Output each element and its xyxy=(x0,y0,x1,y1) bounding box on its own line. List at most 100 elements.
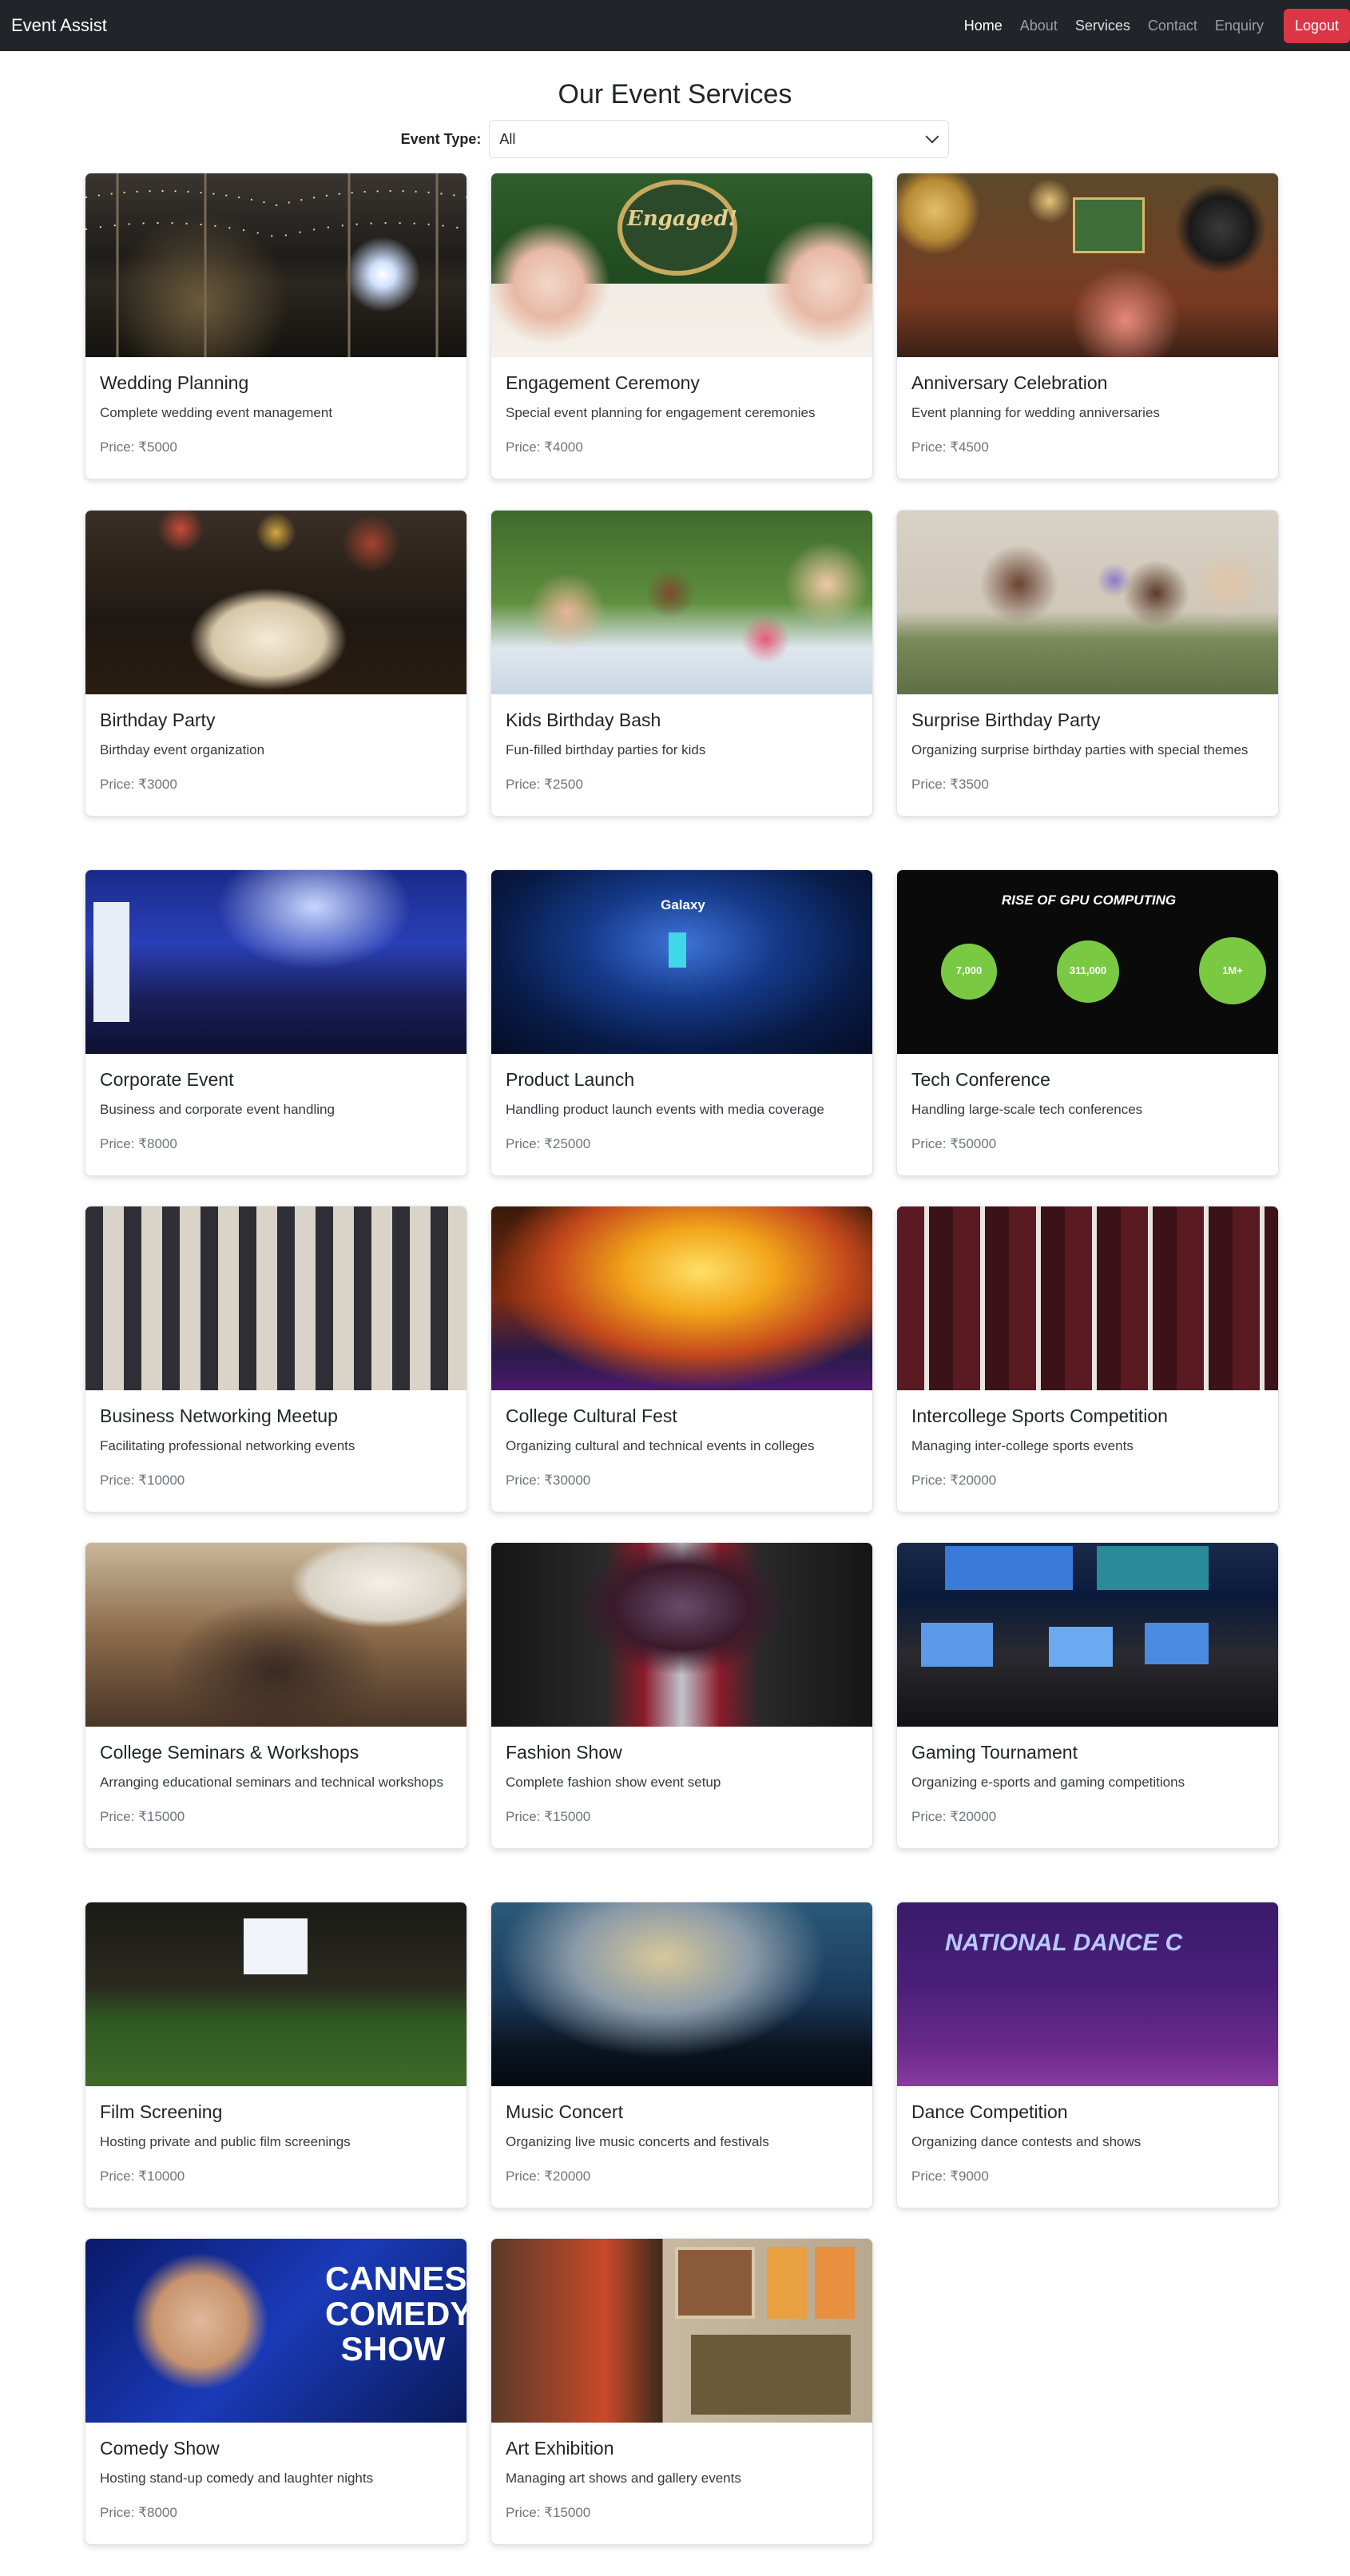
nav-about[interactable]: About xyxy=(1011,18,1066,34)
service-title: Tech Conference xyxy=(911,1069,1050,1090)
nav-right: Home About Services Contact Enquiry Logo… xyxy=(955,0,1350,51)
service-card[interactable]: Business Networking Meetup Facilitating … xyxy=(85,1206,467,1513)
surprise-birthday-image xyxy=(897,511,1278,694)
service-price: Price: ₹50000 xyxy=(911,1136,997,1151)
service-title: Gaming Tournament xyxy=(911,1742,1078,1763)
service-price: Price: ₹4000 xyxy=(506,439,583,455)
service-price: Price: ₹25000 xyxy=(506,1136,591,1151)
service-card[interactable]: Anniversary Celebration Event planning f… xyxy=(896,173,1279,479)
comedy-show-image: CANNES COMEDY SHOW xyxy=(85,2239,467,2423)
gpu-stat-b: 311,000 xyxy=(1069,964,1107,976)
service-description: Birthday event organization xyxy=(100,742,265,757)
galaxy-text: Galaxy xyxy=(661,897,705,912)
service-card[interactable]: College Cultural Fest Organizing cultura… xyxy=(490,1206,873,1513)
service-card[interactable]: Wedding Planning Complete wedding event … xyxy=(85,173,467,479)
anniversary-image xyxy=(897,173,1278,357)
kids-birthday-image xyxy=(491,511,872,694)
dance-competition-image: NATIONAL DANCE C xyxy=(897,1902,1278,2086)
service-price: Price: ₹15000 xyxy=(506,1809,591,1824)
service-description: Fun-filled birthday parties for kids xyxy=(506,742,706,757)
film-screening-image xyxy=(85,1902,467,2086)
service-card[interactable]: College Seminars & Workshops Arranging e… xyxy=(85,1542,467,1849)
service-card[interactable]: Film Screening Hosting private and publi… xyxy=(85,1902,467,2208)
service-card[interactable]: Birthday Party Birthday event organizati… xyxy=(85,510,467,817)
service-card[interactable]: Fashion Show Complete fashion show event… xyxy=(490,1542,873,1849)
nav-links: Home About Services Contact Enquiry xyxy=(955,18,1273,34)
service-card[interactable]: CANNES COMEDY SHOW Comedy Show Hosting s… xyxy=(85,2238,467,2545)
music-concert-image xyxy=(491,1902,872,2086)
services-row: Birthday Party Birthday event organizati… xyxy=(85,510,1279,817)
nav-enquiry[interactable]: Enquiry xyxy=(1206,18,1273,34)
service-price: Price: ₹20000 xyxy=(911,1809,997,1824)
gpu-stat-a: 7,000 xyxy=(955,964,983,976)
comedy-title-text: CANNES COMEDY SHOW xyxy=(325,2260,467,2367)
service-card[interactable]: Music Concert Organizing live music conc… xyxy=(490,1902,873,2208)
services-row: College Seminars & Workshops Arranging e… xyxy=(85,1542,1279,1849)
nav-contact[interactable]: Contact xyxy=(1139,18,1206,34)
service-price: Price: ₹10000 xyxy=(100,1473,185,1488)
service-price: Price: ₹20000 xyxy=(506,2169,591,2184)
birthday-image xyxy=(85,511,467,694)
service-price: Price: ₹3500 xyxy=(911,777,989,792)
service-title: Business Networking Meetup xyxy=(100,1405,338,1426)
service-title: College Cultural Fest xyxy=(506,1405,677,1426)
service-title: Anniversary Celebration xyxy=(911,372,1108,393)
service-card[interactable]: Galaxy Product Launch Handling product l… xyxy=(490,869,873,1176)
service-title: Fashion Show xyxy=(506,1742,622,1763)
service-card[interactable]: NATIONAL DANCE C Dance Competition Organ… xyxy=(896,1902,1279,2208)
cultural-fest-image xyxy=(491,1207,872,1390)
service-card[interactable]: Gaming Tournament Organizing e-sports an… xyxy=(896,1542,1279,1849)
navbar: Event Assist Home About Services Contact… xyxy=(0,0,1350,51)
service-card[interactable]: Kids Birthday Bash Fun-filled birthday p… xyxy=(490,510,873,817)
service-description: Handling large-scale tech conferences xyxy=(911,1102,1143,1117)
service-card[interactable]: Art Exhibition Managing art shows and ga… xyxy=(490,2238,873,2545)
nav-home[interactable]: Home xyxy=(955,18,1011,34)
event-type-select[interactable]: All xyxy=(489,120,950,158)
brand-logo[interactable]: Event Assist xyxy=(11,15,107,36)
service-description: Complete wedding event management xyxy=(100,405,333,420)
networking-image xyxy=(85,1207,467,1390)
service-description: Complete fashion show event setup xyxy=(506,1775,721,1790)
service-title: Film Screening xyxy=(100,2101,223,2122)
service-title: Birthday Party xyxy=(100,710,216,730)
service-description: Event planning for wedding anniversaries xyxy=(911,405,1160,420)
services-row: Business Networking Meetup Facilitating … xyxy=(85,1206,1279,1513)
service-price: Price: ₹9000 xyxy=(911,2169,989,2184)
gpu-stat-c: 1M+ xyxy=(1222,964,1243,976)
services-row: Corporate Event Business and corporate e… xyxy=(85,869,1279,1176)
service-description: Organizing e-sports and gaming competiti… xyxy=(911,1775,1185,1790)
service-description: Organizing surprise birthday parties wit… xyxy=(911,742,1249,757)
gpu-title-text: RISE OF GPU COMPUTING xyxy=(1001,892,1177,908)
service-card[interactable]: RISE OF GPU COMPUTING 7,000 311,000 1M+ … xyxy=(896,869,1279,1176)
service-price: Price: ₹15000 xyxy=(100,1809,185,1824)
service-title: Music Concert xyxy=(506,2101,623,2122)
service-card[interactable]: Surprise Birthday Party Organizing surpr… xyxy=(896,510,1279,817)
service-title: Product Launch xyxy=(506,1069,635,1090)
chevron-down-icon xyxy=(925,129,939,144)
service-card[interactable]: Engaged! Engagement Ceremony Special eve… xyxy=(490,173,873,479)
service-title: Dance Competition xyxy=(911,2101,1068,2122)
service-title: Kids Birthday Bash xyxy=(506,710,661,730)
event-type-label: Event Type: xyxy=(400,130,482,147)
service-title: Comedy Show xyxy=(100,2438,220,2459)
art-exhibition-image xyxy=(491,2239,872,2423)
service-description: Business and corporate event handling xyxy=(100,1102,335,1117)
logout-button[interactable]: Logout xyxy=(1283,8,1350,43)
service-price: Price: ₹5000 xyxy=(100,439,177,455)
service-price: Price: ₹15000 xyxy=(506,2505,591,2520)
service-price: Price: ₹20000 xyxy=(911,1473,997,1488)
nav-services[interactable]: Services xyxy=(1066,18,1139,34)
services-row: CANNES COMEDY SHOW Comedy Show Hosting s… xyxy=(85,2238,873,2545)
service-description: Managing art shows and gallery events xyxy=(506,2471,741,2486)
service-price: Price: ₹10000 xyxy=(100,2169,185,2184)
corporate-event-image xyxy=(85,870,467,1054)
engagement-image: Engaged! xyxy=(491,173,872,357)
service-title: College Seminars & Workshops xyxy=(100,1742,359,1763)
service-title: Intercollege Sports Competition xyxy=(911,1405,1168,1426)
service-card[interactable]: Corporate Event Business and corporate e… xyxy=(85,869,467,1176)
service-title: Wedding Planning xyxy=(100,372,249,393)
sports-image xyxy=(897,1207,1278,1390)
seminar-image xyxy=(85,1543,467,1727)
service-card[interactable]: Intercollege Sports Competition Managing… xyxy=(896,1206,1279,1513)
services-row: Film Screening Hosting private and publi… xyxy=(85,1902,1279,2208)
